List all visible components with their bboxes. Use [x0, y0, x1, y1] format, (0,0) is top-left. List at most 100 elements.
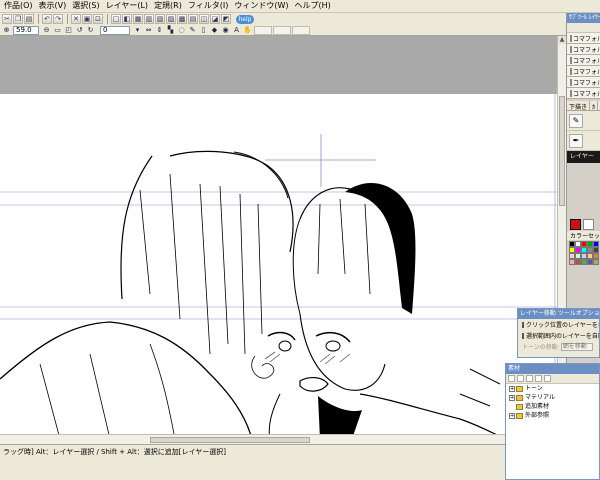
material-open-icon[interactable]: [517, 375, 524, 382]
auto-select-range-checkbox[interactable]: [522, 332, 524, 339]
tool-icons: ✎: [567, 111, 600, 131]
menu-window[interactable]: ウィンドウ(W): [234, 0, 288, 12]
tool-tabs: 下描き ｶ: [567, 101, 600, 111]
auto-select-click-option[interactable]: クリック位置のレイヤーを自動選択: [518, 319, 599, 330]
expand-icon[interactable]: +: [509, 394, 515, 401]
fill-icon[interactable]: ▣: [82, 14, 92, 24]
guide-icon[interactable]: ▨: [166, 14, 176, 24]
flip-vertical-icon[interactable]: ⇕: [155, 26, 164, 35]
pen-icon[interactable]: ✒: [569, 133, 583, 148]
canvas-paper[interactable]: [0, 94, 557, 434]
hand-icon[interactable]: ✋: [243, 26, 252, 35]
colorset-title: カラーセット: [567, 231, 600, 240]
paste-icon[interactable]: ▤: [24, 14, 34, 24]
actual-size-icon[interactable]: ◰: [64, 26, 73, 35]
layer-item[interactable]: コマフォル: [567, 88, 600, 99]
auto-select-range-option[interactable]: 選択範囲内のレイヤーを自動選択: [518, 330, 599, 341]
navigator-icon[interactable]: ◪: [210, 14, 220, 24]
material-paste-icon[interactable]: [526, 375, 533, 382]
layer-thumb: [570, 56, 572, 64]
redo-icon[interactable]: ↷: [53, 14, 63, 24]
tree-item-material[interactable]: + マテリアル: [506, 393, 599, 402]
folder-icon: [516, 385, 523, 392]
toolbar-divider: [107, 14, 108, 24]
scroll-up-icon[interactable]: ▲: [558, 36, 566, 44]
layer-item[interactable]: コマフォル: [567, 44, 600, 55]
pencil-icon[interactable]: ✎: [569, 113, 583, 128]
deselect-icon[interactable]: □: [111, 14, 121, 24]
frame-icon[interactable]: ▩: [177, 14, 187, 24]
selection-tool-icon[interactable]: ▚: [166, 26, 175, 35]
angle-down-icon[interactable]: ▾: [133, 26, 142, 35]
tab-other[interactable]: ｶ: [590, 101, 599, 111]
canvas-area[interactable]: [0, 36, 557, 434]
flip-horizontal-icon[interactable]: ⇔: [144, 26, 153, 35]
expand-icon[interactable]: +: [509, 385, 515, 392]
tree-item-tone[interactable]: + トーン: [506, 384, 599, 393]
zoom-input[interactable]: 59.0: [13, 25, 39, 35]
expand-icon[interactable]: +: [509, 412, 515, 419]
zoom-icon[interactable]: ⊕: [2, 26, 11, 35]
pen-icon[interactable]: ✎: [188, 26, 197, 35]
status-bar: ラッグ時] Alt：レイヤー選択 / Shift + Alt：選択に追加[レイヤ…: [0, 444, 505, 480]
rotate-left-icon[interactable]: ↺: [75, 26, 84, 35]
menu-help[interactable]: ヘルプ(H): [294, 0, 330, 12]
cut-icon[interactable]: ✂: [2, 14, 12, 24]
foreground-color[interactable]: [570, 218, 581, 230]
selection-layer-icon[interactable]: ▦: [133, 14, 143, 24]
tree-item-external[interactable]: + 外部参照: [506, 411, 599, 420]
lasso-icon[interactable]: ◌: [177, 26, 186, 35]
material-new-icon[interactable]: [508, 375, 515, 382]
layer-icon[interactable]: ▤: [188, 14, 198, 24]
horizontal-scroll-thumb[interactable]: [150, 437, 310, 443]
menu-file[interactable]: 作品(O): [4, 0, 33, 12]
auto-select-click-checkbox[interactable]: [522, 321, 524, 328]
tone-move-select: 網を移動: [560, 342, 593, 351]
invert-selection-icon[interactable]: ◧: [122, 14, 132, 24]
layer-item[interactable]: コマフォル: [567, 55, 600, 66]
copy-icon[interactable]: ❐: [13, 14, 23, 24]
material-view-icon[interactable]: [544, 375, 551, 382]
rotate-right-icon[interactable]: ↻: [86, 26, 95, 35]
clear-icon[interactable]: ✕: [71, 14, 81, 24]
horizontal-scrollbar[interactable]: [0, 434, 566, 444]
background-color[interactable]: [583, 218, 594, 230]
vertical-scroll-thumb[interactable]: [559, 96, 565, 206]
layer-panel-title: ｻﾌﾞﾂｰﾙ ﾚｲﾔｰ: [567, 13, 600, 23]
eraser-icon[interactable]: ▯: [199, 26, 208, 35]
tree-item-added[interactable]: 追加素材: [506, 402, 599, 411]
disabled-field: [292, 25, 310, 35]
text-icon[interactable]: A: [232, 26, 241, 35]
layer-thumb: [570, 67, 572, 75]
layer-toolbar: [567, 23, 600, 33]
brush-icon[interactable]: ◆: [210, 26, 219, 35]
layer-thumb: [570, 89, 572, 97]
layer-item[interactable]: コマフォル: [567, 66, 600, 77]
fit-page-icon[interactable]: ▭: [53, 26, 62, 35]
zoom-out-icon[interactable]: ⊖: [42, 26, 51, 35]
tool-option-title: レイヤー移動 ツールオプション: [518, 309, 600, 319]
transform-icon[interactable]: ⊡: [93, 14, 103, 24]
menu-ruler[interactable]: 定規(R): [154, 0, 182, 12]
menu-select[interactable]: 選択(S): [72, 0, 99, 12]
history-icon[interactable]: ◩: [221, 14, 231, 24]
help-icon[interactable]: help: [236, 14, 254, 24]
undo-icon[interactable]: ↶: [42, 14, 52, 24]
grid-icon[interactable]: ▥: [144, 14, 154, 24]
menu-view[interactable]: 表示(V): [39, 0, 67, 12]
menu-filter[interactable]: フィルタ(I): [188, 0, 228, 12]
current-layer[interactable]: レイヤー: [567, 151, 600, 163]
layer-item[interactable]: コマフォル: [567, 77, 600, 88]
ruler-icon[interactable]: ▧: [155, 14, 165, 24]
layer-item[interactable]: コマフォル: [567, 33, 600, 44]
color-swatches: [567, 240, 600, 266]
color-swatch[interactable]: [593, 259, 599, 265]
angle-input[interactable]: 0: [100, 25, 130, 35]
menu-layer[interactable]: レイヤー(L): [106, 0, 148, 12]
material-panel-title: 素材: [506, 364, 599, 374]
material-icon[interactable]: ◫: [199, 14, 209, 24]
tab-sketch[interactable]: 下描き: [567, 101, 591, 111]
material-delete-icon[interactable]: [535, 375, 542, 382]
bucket-icon[interactable]: ◉: [221, 26, 230, 35]
tone-move-option: トーンの移動 網を移動: [518, 341, 599, 352]
